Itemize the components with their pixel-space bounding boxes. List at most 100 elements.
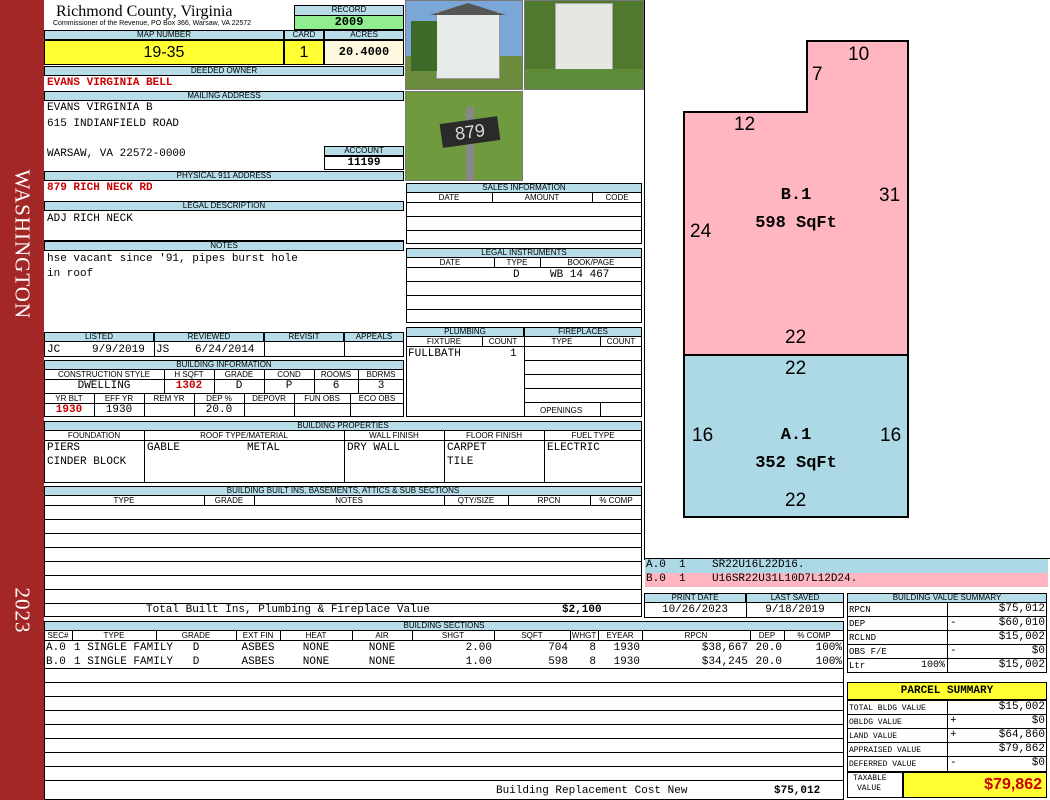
section-row-0-cell-0: A.0 bbox=[46, 642, 66, 654]
acres-value: 20.4000 bbox=[324, 40, 404, 65]
openings-label: OPENINGS bbox=[540, 406, 583, 415]
bi-funobs-col: FUN OBS bbox=[304, 394, 340, 403]
builtins-total: $2,100 bbox=[562, 604, 602, 616]
notes-line2: in roof bbox=[47, 268, 94, 280]
sign-number: 879 bbox=[439, 116, 501, 148]
bi-yrblt-col: YR BLT bbox=[55, 394, 83, 403]
dim-mid: 12 bbox=[734, 114, 756, 135]
appeals-header: APPEALS bbox=[344, 332, 404, 342]
fuel-type: ELECTRIC bbox=[547, 442, 600, 454]
bi-type-col: TYPE bbox=[113, 496, 135, 505]
fireplaces-type-col: TYPE bbox=[551, 337, 573, 346]
legal-desc: ADJ RICH NECK bbox=[47, 213, 133, 225]
legend-b-text: B.0 1 U16SR22U31L10D7L12D24. bbox=[646, 573, 858, 585]
ps-deferred: $0 bbox=[1031, 757, 1045, 769]
bdrms-value: 3 bbox=[377, 380, 385, 392]
county-sidebar: WASHINGTON 2023 bbox=[0, 0, 44, 800]
account-header: ACCOUNT bbox=[324, 146, 404, 156]
notes-line1: hse vacant since '91, pipes burst hole bbox=[47, 253, 298, 265]
replacement-label: Building Replacement Cost New bbox=[496, 785, 688, 797]
li-date-col: DATE bbox=[439, 258, 461, 267]
section-b-area: 598 SqFt bbox=[755, 214, 837, 233]
section-row-0-cell-8: 8 bbox=[589, 642, 596, 654]
mailing-line3: WARSAW, VA 22572-0000 bbox=[47, 148, 186, 160]
sections-col-grade: GRADE bbox=[181, 631, 211, 640]
section-row-0-cell-9: 1930 bbox=[613, 642, 640, 654]
ps-total-bldg: $15,002 bbox=[998, 701, 1045, 713]
section-a-label: A.1 bbox=[780, 426, 812, 445]
section-row-0-cell-11: 20.0 bbox=[755, 642, 782, 654]
bi-depovr-col: DEPOVR bbox=[252, 394, 286, 403]
notes-header: NOTES bbox=[44, 241, 404, 251]
acres-header: ACRES bbox=[324, 30, 404, 40]
listed-date: 9/9/2019 bbox=[92, 344, 145, 356]
bi-notes-col: NOTES bbox=[335, 496, 363, 505]
owner-name: EVANS VIRGINIA BELL bbox=[47, 77, 173, 89]
construction-style: DWELLING bbox=[77, 380, 131, 392]
bi-grade-col: GRADE bbox=[224, 370, 254, 379]
dim-top: 10 bbox=[848, 44, 870, 65]
section-a-area: 352 SqFt bbox=[755, 454, 837, 473]
owner-header: DEEDED OWNER bbox=[44, 66, 404, 76]
ps-obldg: $0 bbox=[1031, 715, 1045, 727]
section-row-0-cell-3: ASBES bbox=[241, 642, 275, 654]
physical-address-header: PHYSICAL 911 ADDRESS bbox=[44, 171, 404, 181]
sections-col-whgt: WHGT bbox=[571, 631, 597, 640]
ps-taxable-label1: TAXABLE bbox=[853, 774, 887, 783]
sections-col-dep: DEP bbox=[758, 631, 776, 640]
vs-dep-label: DEP bbox=[849, 619, 866, 629]
map-number: 19-35 bbox=[44, 40, 284, 65]
floor-finish-1: CARPET bbox=[447, 442, 487, 454]
prop-roof-col: ROOF TYPE/MATERIAL bbox=[200, 431, 288, 440]
section-row-0-cell-6: 2.00 bbox=[465, 642, 492, 654]
li-book-col: BOOK/PAGE bbox=[567, 258, 615, 267]
mailing-line2: 615 INDIANFIELD ROAD bbox=[47, 118, 180, 130]
vs-ltr-pct: 100% bbox=[920, 660, 945, 671]
mailing-header: MAILING ADDRESS bbox=[44, 91, 404, 101]
dim-a-left: 16 bbox=[692, 425, 714, 446]
rooms-value: 6 bbox=[332, 380, 340, 392]
sections-col-shgt: SHGT bbox=[441, 631, 465, 640]
builtins-total-label: Total Built Ins, Plumbing & Fireplace Va… bbox=[146, 604, 430, 616]
sections-col-air: AIR bbox=[375, 631, 389, 640]
plumbing-count: 1 bbox=[510, 348, 517, 360]
bi-ecoobs-col: ECO OBS bbox=[358, 394, 396, 403]
listed-by: JC bbox=[47, 344, 61, 356]
sections-col-sqft: SQFT bbox=[521, 631, 543, 640]
vs-ltr: $15,002 bbox=[998, 659, 1045, 671]
prop-floor-col: FLOOR FINISH bbox=[465, 431, 522, 440]
grade-value: D bbox=[235, 380, 243, 392]
roof-material: METAL bbox=[247, 442, 281, 454]
sales-code-col: CODE bbox=[605, 193, 629, 202]
prop-wall-col: WALL FINISH bbox=[369, 431, 419, 440]
sidebar-year: 2023 bbox=[10, 587, 35, 634]
cond-value: P bbox=[285, 380, 293, 392]
dim-a-top: 22 bbox=[785, 358, 807, 379]
plumbing-fixture: FULLBATH bbox=[408, 348, 461, 360]
section-row-0-cell-2: D bbox=[192, 642, 200, 654]
foundation-1: PIERS bbox=[47, 442, 81, 454]
bi-effyr-col: EFF YR bbox=[104, 394, 134, 403]
ps-appraised-label: APPRAISED VALUE bbox=[849, 746, 922, 755]
house-photo-side bbox=[524, 0, 644, 90]
card-number: 1 bbox=[284, 40, 324, 65]
dep-pct: 20.0 bbox=[205, 404, 233, 416]
vs-ltr-label: Ltr bbox=[849, 661, 866, 671]
section-row-0-cell-4: NONE bbox=[302, 642, 330, 654]
card-header: CARD bbox=[284, 30, 324, 40]
vs-rpcn: $75,012 bbox=[998, 603, 1045, 615]
bi-grade-col2: GRADE bbox=[214, 496, 244, 505]
bi-dep-col: DEP % bbox=[206, 394, 232, 403]
building-sketch bbox=[683, 40, 909, 518]
prop-fuel-col: FUEL TYPE bbox=[571, 431, 615, 440]
section-row-0-cell-7: 704 bbox=[548, 642, 568, 654]
dim-right: 31 bbox=[879, 185, 901, 206]
sales-date-col: DATE bbox=[438, 193, 460, 202]
sections-col-sec-: SEC# bbox=[47, 631, 69, 640]
heated-sqft: 1302 bbox=[175, 380, 203, 392]
last-saved: 9/18/2019 bbox=[765, 604, 825, 616]
bi-rpcn-col: RPCN bbox=[537, 496, 561, 505]
mailing-line1: EVANS VIRGINIA B bbox=[47, 102, 153, 114]
address-sign-photo: 879 bbox=[405, 91, 523, 181]
map-number-header: MAP NUMBER bbox=[44, 30, 284, 40]
